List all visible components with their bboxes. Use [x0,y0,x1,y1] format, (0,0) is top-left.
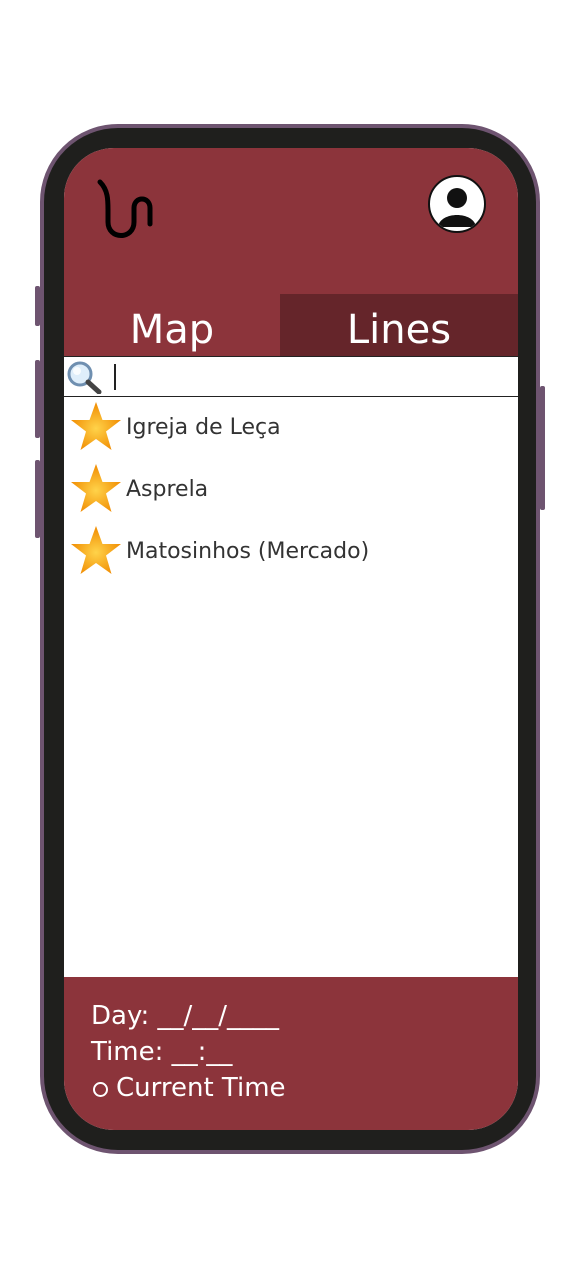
list-item[interactable]: Igreja de Leça [64,400,518,456]
star-icon[interactable] [68,462,124,516]
search-icon [67,361,102,394]
current-time-radio[interactable] [93,1082,108,1097]
list-item-label: Asprela [126,477,209,502]
app-header: Map Lines [64,148,518,356]
profile-avatar-button[interactable] [428,175,486,233]
side-button [35,460,40,538]
tab-bar: Map Lines [64,294,518,356]
list-item-label: Igreja de Leça [126,415,281,440]
tab-map-label: Map [129,307,215,353]
app-screen: Map Lines Igreja de Leça Asprela Matosin… [64,148,518,1130]
user-icon [438,188,476,227]
search-input[interactable] [64,356,518,397]
tab-lines[interactable]: Lines [280,294,518,356]
current-time-label: Current Time [116,1073,286,1103]
time-field[interactable]: Time: __:__ [91,1039,232,1065]
app-logo-icon [97,179,153,238]
day-field[interactable]: Day: __/__/____ [91,1003,279,1029]
datetime-panel: Day: __/__/____ Time: __:__ Current Time [64,977,518,1130]
text-cursor [114,364,116,390]
star-icon[interactable] [68,400,124,454]
side-button [35,286,40,326]
side-button [35,360,40,438]
star-icon[interactable] [68,524,124,578]
list-item[interactable]: Matosinhos (Mercado) [64,524,518,580]
list-item[interactable]: Asprela [64,462,518,518]
side-button [540,386,545,510]
tab-map[interactable]: Map [64,294,280,356]
tab-lines-label: Lines [346,307,452,353]
list-item-label: Matosinhos (Mercado) [126,539,370,564]
